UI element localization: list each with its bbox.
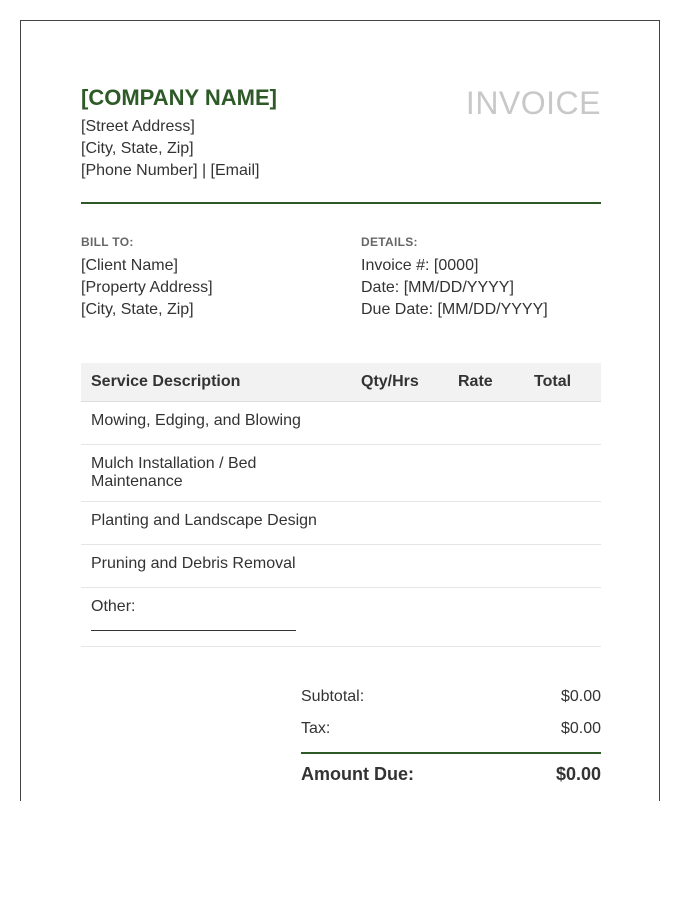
amount-due-label: Amount Due: [301,764,414,784]
services-table: Service Description Qty/Hrs Rate Total M… [81,363,601,647]
service-description: Mowing, Edging, and Blowing [81,401,351,445]
table-row: Mulch Installation / Bed Maintenance [81,444,601,502]
subtotal-label: Subtotal: [301,688,365,705]
company-address-block: [Street Address] [City, State, Zip] [Pho… [81,116,259,182]
client-city: [City, State, Zip] [81,301,194,318]
service-qty [351,401,448,445]
service-description: Other: [91,598,136,615]
amount-due-row: Amount Due: $0.00 [301,764,601,785]
tax-row: Tax: $0.00 [301,718,601,750]
header-rate: Rate [448,363,524,402]
service-rate [448,444,524,502]
service-total [524,501,601,545]
subtotal-value: $0.00 [560,688,601,705]
service-rate [448,501,524,545]
table-header-row: Service Description Qty/Hrs Rate Total [81,363,601,402]
bill-to-section: BILL TO: [Client Name] [Property Address… [81,235,341,321]
service-description: Mulch Installation / Bed Maintenance [81,444,351,502]
details-section: DETAILS: Invoice #: [0000] Date: [MM/DD/… [361,235,601,321]
company-contact: [Phone Number] | [Email] [81,162,260,179]
tax-label: Tax: [301,720,331,737]
details-label: DETAILS: [361,235,418,249]
invoice-title: INVOICE [465,85,601,121]
service-description: Planting and Landscape Design [81,501,351,545]
table-row: Other: [81,587,601,647]
other-service-cell: Other: [81,587,351,647]
totals-section: Subtotal: $0.00 Tax: $0.00 Amount Due: $… [301,686,601,785]
bill-to-label: BILL TO: [81,235,134,249]
property-address: [Property Address] [81,279,213,296]
totals-divider [301,752,601,754]
table-row: Mowing, Edging, and Blowing [81,401,601,445]
service-qty [351,444,448,502]
service-qty [351,501,448,545]
invoice-date: Date: [MM/DD/YYYY] [361,279,514,296]
table-row: Planting and Landscape Design [81,501,601,545]
tax-value: $0.00 [560,720,601,737]
service-qty [351,544,448,588]
service-total [524,544,601,588]
service-rate [448,401,524,445]
service-rate [448,587,524,647]
header-total: Total [524,363,601,402]
service-description: Pruning and Debris Removal [81,544,351,588]
client-name: [Client Name] [81,257,178,274]
company-city: [City, State, Zip] [81,140,194,157]
company-name: [COMPANY NAME] [81,85,277,110]
amount-due-value: $0.00 [555,764,601,784]
service-qty [351,587,448,647]
service-total [524,587,601,647]
header-service-description: Service Description [81,363,351,402]
service-rate [448,544,524,588]
service-total [524,401,601,445]
company-street: [Street Address] [81,118,195,135]
service-total [524,444,601,502]
invoice-number: Invoice #: [0000] [361,257,479,274]
invoice-page: [COMPANY NAME] INVOICE [Street Address] … [20,20,660,801]
header-divider [81,202,601,204]
header-qty-hrs: Qty/Hrs [351,363,448,402]
due-date: Due Date: [MM/DD/YYYY] [361,301,548,318]
other-blank-line [91,618,296,631]
subtotal-row: Subtotal: $0.00 [301,686,601,718]
table-row: Pruning and Debris Removal [81,544,601,588]
